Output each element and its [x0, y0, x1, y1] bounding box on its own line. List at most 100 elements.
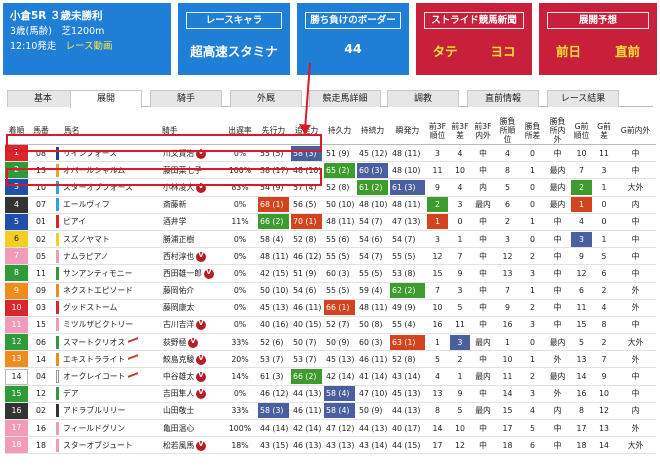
- horse-name[interactable]: ネクストエピソード: [63, 286, 133, 295]
- column-header[interactable]: 着順: [5, 117, 28, 145]
- table-row[interactable]: 4 07 エールヴィフ 斎藤新 0% 68 (1) 56 (5) 50 (10) 48 (10)…: [5, 196, 656, 214]
- table-row[interactable]: 16 02 アドラブルリリー 山田敬士 33% 58 (3) 46 (11) 58 (4) 50…: [5, 402, 656, 421]
- jockey-name[interactable]: 藤岡康太: [163, 303, 194, 312]
- horse-name[interactable]: スターオブジュート: [63, 441, 133, 450]
- tab-7[interactable]: レース結果: [547, 90, 619, 107]
- position-h2: 1: [601, 182, 607, 192]
- table-row[interactable]: 108 リインフォース 川又賢治 0%55 (5) 58 (3) 51 (9) 45 (12…: [5, 144, 656, 163]
- column-header[interactable]: 前3F差: [449, 117, 471, 145]
- column-header[interactable]: 追走力: [290, 117, 323, 145]
- position-h1: 18: [576, 440, 587, 450]
- horse-name[interactable]: ミツルザビクトリー: [63, 320, 133, 329]
- column-header[interactable]: 勝負所差: [520, 117, 545, 145]
- column-header[interactable]: 出遅率: [223, 117, 257, 145]
- waku-color-bar: [56, 232, 59, 246]
- position-g3: 外: [553, 354, 562, 364]
- column-header[interactable]: 馬名: [54, 117, 161, 145]
- horse-name[interactable]: リインフォース: [63, 149, 117, 158]
- jockey-name[interactable]: 小林凌大: [163, 183, 194, 192]
- stride-yoko-button[interactable]: ヨコ: [474, 41, 532, 60]
- horse-name[interactable]: サンアンティモニー: [63, 269, 132, 278]
- table-row[interactable]: 1115ミツルザビクトリー古川吉洋0%40 (16)40 (15)52 (7)5…: [5, 316, 656, 335]
- race-video-link[interactable]: レース動画: [65, 41, 112, 52]
- table-row[interactable]: 10 03 グッドストーム 藤岡康太 0% 45 (13) 46 (11) 66 (1) 48 …: [5, 299, 656, 317]
- tab-0[interactable]: 基本: [7, 90, 79, 107]
- horse-name[interactable]: エキストラライト: [63, 355, 125, 364]
- horse-name[interactable]: ピアイ: [63, 217, 86, 226]
- horse-name[interactable]: オークレイコート: [63, 372, 125, 381]
- jockey-name[interactable]: 藤田菜七子: [163, 166, 202, 175]
- horse-name[interactable]: スターオブフォース: [63, 183, 133, 192]
- horse-number: 08: [28, 144, 54, 163]
- jockey-name[interactable]: 中谷雄太: [163, 372, 194, 381]
- jockey-name[interactable]: 斎藤新: [163, 200, 186, 209]
- jockey-name[interactable]: 西村淳也: [163, 252, 194, 261]
- stride-tate-button[interactable]: タテ: [416, 41, 474, 60]
- table-row[interactable]: 705ナムラピアノ西村淳也0%48 (11)46 (12)55 (5)54 (7…: [5, 247, 656, 266]
- horse-name[interactable]: エールヴィフ: [63, 200, 110, 209]
- horse-name[interactable]: デア: [63, 389, 79, 398]
- position-f2: 4: [457, 148, 463, 158]
- tenkai-zenjitsu-button[interactable]: 前日: [539, 41, 598, 60]
- tenkai-chokuzen-button[interactable]: 直前: [598, 41, 657, 60]
- position-g1: 18: [502, 440, 513, 450]
- column-header[interactable]: 勝負所順位: [495, 117, 520, 145]
- jockey-name[interactable]: 鮫島克駿: [163, 355, 194, 364]
- column-header[interactable]: 持続力: [356, 117, 389, 145]
- tab-3[interactable]: 外厩: [230, 90, 302, 107]
- ability-jizoku: 45 (12): [359, 148, 388, 158]
- horse-name[interactable]: アドラブルリリー: [63, 406, 125, 415]
- table-row[interactable]: 1404オークレイコート中谷雄太14%61 (3)66 (2)42 (14)41…: [5, 367, 656, 386]
- column-header[interactable]: 前3F順位: [426, 117, 449, 145]
- column-header[interactable]: 勝負所内外: [545, 117, 570, 145]
- horse-name[interactable]: グッドストーム: [63, 303, 117, 312]
- delay-rate: 33%: [223, 402, 257, 421]
- horse-name[interactable]: オバールシャルム: [63, 166, 125, 175]
- table-row[interactable]: 6 02 スズノヤマト 勝浦正樹 0% 58 (4) 52 (8) 55 (6) 54 (6) 5…: [5, 230, 656, 249]
- column-header[interactable]: G前差: [593, 117, 615, 145]
- column-header[interactable]: 持久力: [323, 117, 356, 145]
- table-row[interactable]: 811 サンアンティモニー 西田雄一郎 0%42 (15) 51 (9) 60 (3) 55…: [5, 264, 656, 283]
- table-row[interactable]: 2 13 オバールシャルム 藤田菜七子 100% 38 (17) 48 (10) 65 (2)…: [5, 161, 656, 180]
- column-header[interactable]: G前順位: [570, 117, 593, 145]
- jockey-name[interactable]: 酒井学: [163, 217, 186, 226]
- table-row[interactable]: 5 01 ピアイ 酒井学 11% 66 (2) 70 (1) 48 (11) 54 (7) 47 …: [5, 213, 656, 231]
- jockey-name[interactable]: 西田雄一郎: [163, 269, 202, 278]
- tab-1[interactable]: 展開: [70, 90, 142, 108]
- table-row[interactable]: 17 16 フィールドグリン 亀田温心 100% 44 (14) 42 (14) 47 (12…: [5, 419, 656, 438]
- table-row[interactable]: 1512 デア 吉田隼人 0%46 (12) 44 (13)58 (4) 47 (10) 4…: [5, 385, 656, 403]
- tab-2[interactable]: 騎手: [150, 90, 222, 107]
- jockey-name[interactable]: 亀田温心: [163, 424, 194, 433]
- table-row[interactable]: 310スターオブフォース小林凌大83%54 (9)57 (4)52 (8)61 …: [5, 178, 656, 197]
- column-header[interactable]: 瞬発力: [389, 117, 426, 145]
- jockey-name[interactable]: 山田敬士: [163, 406, 194, 415]
- jockey-name[interactable]: 古川吉洋: [163, 320, 194, 329]
- jockey-name[interactable]: 勝浦正樹: [163, 235, 194, 244]
- column-header[interactable]: G前内外: [615, 117, 656, 145]
- horse-name[interactable]: ナムラピアノ: [63, 252, 108, 261]
- table-row[interactable]: 1206スマートクリオス荻野極33%52 (6)50 (7)50 (9)60 (…: [5, 333, 656, 352]
- column-header[interactable]: 馬番: [28, 117, 54, 145]
- position-h2: 2: [601, 337, 607, 347]
- table-row[interactable]: 9 09 ネクストエピソード 藤岡佑介 0% 50 (10) 54 (6) 55 (5) 59 …: [5, 282, 656, 300]
- horse-name[interactable]: フィールドグリン: [63, 424, 125, 433]
- table-row[interactable]: 1314エキストラライト鮫島克駿20%53 (7)53 (7)45 (13)46…: [5, 350, 656, 369]
- tab-4[interactable]: 競走馬詳細: [309, 90, 381, 107]
- tab-5[interactable]: 調教: [387, 90, 459, 107]
- column-header[interactable]: 先行力: [257, 117, 290, 145]
- jockey-name[interactable]: 荻野極: [163, 338, 186, 347]
- jockey-name[interactable]: 川又賢治: [163, 149, 194, 158]
- rank-cell: 11: [5, 316, 28, 333]
- jockey-name[interactable]: 松若風馬: [163, 441, 194, 450]
- column-header[interactable]: 騎手: [161, 117, 223, 145]
- horse-name[interactable]: スズノヤマト: [63, 235, 110, 244]
- position-h3: 大外: [627, 337, 644, 347]
- table-row[interactable]: 1818スターオブジュート松若風馬18%43 (15)46 (13)43 (13…: [5, 436, 656, 455]
- horse-number: 11: [28, 264, 54, 283]
- column-header[interactable]: 前3F内外: [471, 117, 495, 145]
- jockey-name[interactable]: 藤岡佑介: [163, 286, 194, 295]
- jockey-name[interactable]: 吉田隼人: [163, 389, 194, 398]
- tab-6[interactable]: 直前情報: [467, 90, 539, 107]
- delay-rate: 20%: [223, 350, 257, 369]
- horse-name[interactable]: スマートクリオス: [63, 338, 125, 347]
